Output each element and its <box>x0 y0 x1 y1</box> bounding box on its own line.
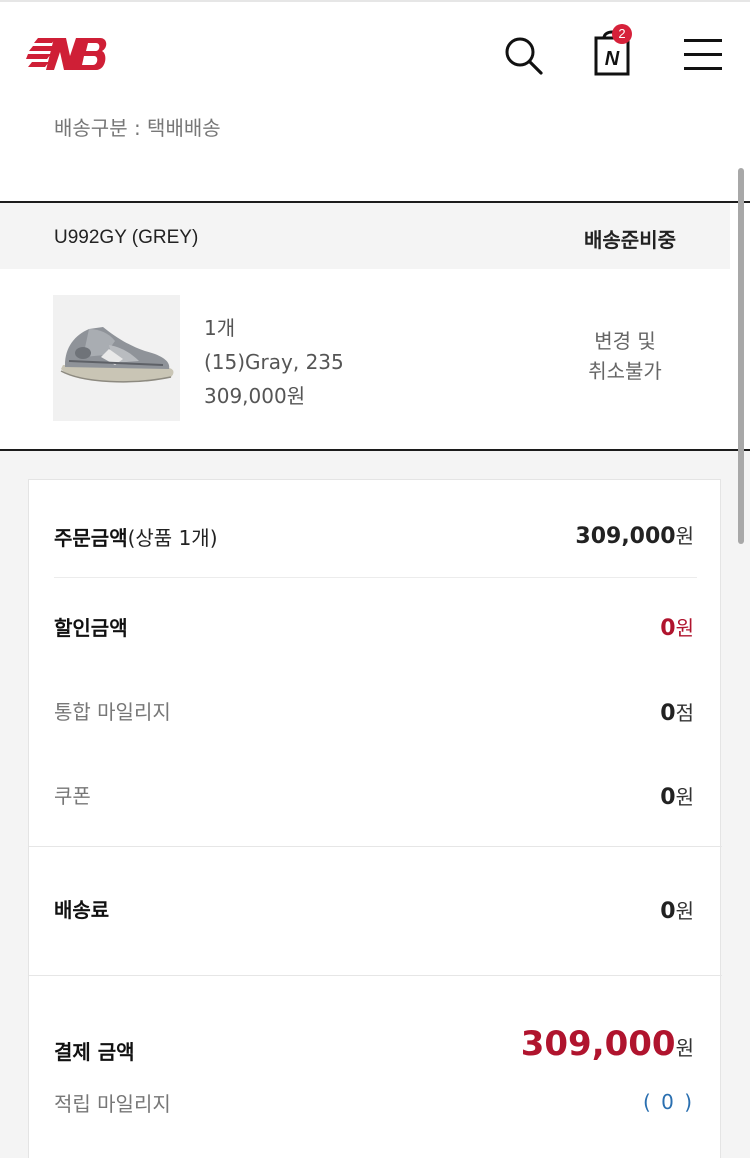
order-amount-value: 309,000원 <box>575 524 694 549</box>
coupon-value: 0원 <box>660 785 694 810</box>
divider <box>54 577 697 578</box>
order-status: 배송준비중 <box>584 228 676 252</box>
cancel-note: 변경 및 취소불가 <box>560 326 690 386</box>
earn-mileage-label: 적립 마일리지 <box>54 1092 171 1116</box>
cancel-note-line2: 취소불가 <box>588 359 662 383</box>
cart-letter: N <box>605 48 620 70</box>
order-item-header: U992GY (GREY) 배송준비중 <box>0 203 730 269</box>
product-quantity: 1개 <box>204 316 236 340</box>
search-button[interactable] <box>502 34 544 76</box>
shipping-fee-label: 배송료 <box>54 898 110 922</box>
cart-count-badge: 2 <box>612 24 632 44</box>
product-thumbnail[interactable] <box>53 295 180 421</box>
hamburger-menu-icon <box>684 39 722 70</box>
discount-value: 0원 <box>660 616 694 641</box>
payment-total-value: 309,000원 <box>520 1024 694 1064</box>
product-model[interactable]: U992GY (GREY) <box>54 227 198 249</box>
new-balance-logo[interactable] <box>26 34 108 74</box>
coupon-label: 쿠폰 <box>54 784 91 808</box>
product-info: 1개 (15)Gray, 235 309,000원 <box>204 311 344 413</box>
menu-button[interactable] <box>684 38 722 72</box>
divider <box>29 975 722 976</box>
shipping-fee-value: 0원 <box>660 899 694 924</box>
top-header: N 2 <box>0 0 750 100</box>
scrollbar[interactable] <box>738 168 744 544</box>
product-option: (15)Gray, 235 <box>204 350 344 374</box>
search-icon <box>505 37 543 75</box>
product-price: 309,000원 <box>204 384 306 408</box>
cart-button[interactable]: N 2 <box>592 24 640 78</box>
order-amount-label: 주문금액(상품 1개) <box>54 526 218 550</box>
mileage-label: 통합 마일리지 <box>54 700 171 724</box>
shipping-type: 배송구분 : 택배배송 <box>54 116 221 140</box>
payment-total-label: 결제 금액 <box>54 1040 135 1064</box>
cancel-note-line1: 변경 및 <box>594 329 656 353</box>
mileage-value: 0점 <box>660 701 694 726</box>
divider <box>29 846 722 847</box>
discount-label: 할인금액 <box>54 616 128 640</box>
payment-summary-card: 주문금액(상품 1개) 309,000원 할인금액 0원 통합 마일리지 0점 … <box>28 479 722 1158</box>
earn-mileage-value: ( 0 ) <box>642 1090 694 1114</box>
